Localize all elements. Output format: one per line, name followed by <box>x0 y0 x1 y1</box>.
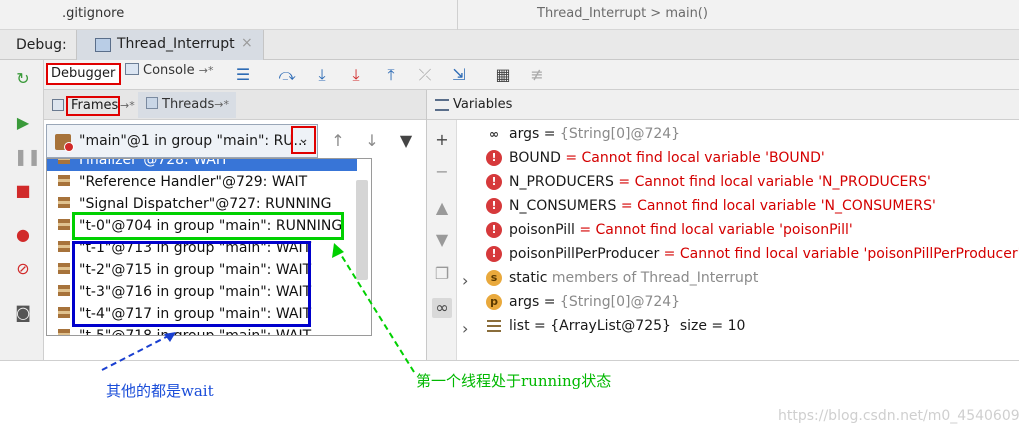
variable-value: Cannot find local variable 'poisonPill' <box>595 222 853 238</box>
variable-row[interactable]: ∞ args = {String[0]@724} <box>486 123 1016 145</box>
variable-row[interactable]: list = {ArrayList@725} size = 10 <box>486 315 1016 337</box>
wait-arrow <box>101 333 173 371</box>
variable-value: {String[0]@724} <box>559 126 681 142</box>
variable-name: list <box>509 318 530 334</box>
watermark: https://blog.csdn.net/m0_45406092 <box>778 408 1019 424</box>
variable-text: poisonPillPerProducer = Cannot find loca… <box>509 243 1019 265</box>
variable-text: args = {String[0]@724} <box>509 291 680 313</box>
variable-value: Cannot find local variable 'poisonPillPe… <box>679 246 1019 262</box>
variable-text: BOUND = Cannot find local variable 'BOUN… <box>509 147 825 169</box>
wait-annotation: 其他的都是wait <box>106 382 214 400</box>
list-field-icon <box>486 318 502 334</box>
variable-name: poisonPillPerProducer <box>509 246 660 262</box>
variable-row[interactable]: ! poisonPillPerProducer = Cannot find loc… <box>486 243 1019 265</box>
variable-value: {ArrayList@725} size = 10 <box>550 318 746 334</box>
error-icon: ! <box>486 222 502 238</box>
variable-text: list = {ArrayList@725} size = 10 <box>509 315 745 337</box>
variable-text: poisonPill = Cannot find local variable … <box>509 219 853 241</box>
variable-value: Cannot find local variable 'BOUND' <box>581 150 825 166</box>
variable-separator: = <box>560 150 582 166</box>
variable-row[interactable]: p args = {String[0]@724} <box>486 291 1016 313</box>
variable-text: args = {String[0]@724} <box>509 123 680 145</box>
error-icon: ! <box>486 174 502 190</box>
variable-separator: = <box>539 294 560 310</box>
variable-name: N_CONSUMERS <box>509 198 617 214</box>
parameter-icon: p <box>486 294 502 310</box>
variable-name: N_PRODUCERS <box>509 174 614 190</box>
static-icon: s <box>486 270 502 286</box>
variable-separator: = <box>529 318 551 334</box>
variable-name: args <box>509 126 540 142</box>
variable-separator: = <box>574 222 596 238</box>
running-arrow <box>337 249 415 373</box>
variable-separator: = <box>539 126 560 142</box>
variable-value: members of Thread_Interrupt <box>551 270 759 286</box>
variable-name: args <box>509 294 540 310</box>
variable-value: {String[0]@724} <box>559 294 681 310</box>
variable-name: poisonPill <box>509 222 575 238</box>
variable-name: BOUND <box>509 150 561 166</box>
variable-separator: = <box>659 246 680 262</box>
variable-text: static members of Thread_Interrupt <box>509 267 758 289</box>
variable-separator: = <box>616 198 638 214</box>
variable-row[interactable]: ! poisonPill = Cannot find local variable… <box>486 219 1016 241</box>
variable-row[interactable]: ! N_PRODUCERS = Cannot find local variabl… <box>486 171 1016 193</box>
variable-name: static <box>509 270 548 286</box>
watch-glasses-icon: ∞ <box>489 127 499 141</box>
running-annotation: 第一个线程处于running状态 <box>416 372 612 390</box>
variable-row[interactable]: ! N_CONSUMERS = Cannot find local variabl… <box>486 195 1016 217</box>
variable-value: Cannot find local variable 'N_PRODUCERS' <box>634 174 931 190</box>
variable-text: N_PRODUCERS = Cannot find local variable… <box>509 171 931 193</box>
variable-row[interactable]: s static members of Thread_Interrupt <box>486 267 1016 289</box>
variable-text: N_CONSUMERS = Cannot find local variable… <box>509 195 936 217</box>
error-icon: ! <box>486 246 502 262</box>
variable-value: Cannot find local variable 'N_CONSUMERS' <box>637 198 936 214</box>
variable-row[interactable]: ! BOUND = Cannot find local variable 'BOU… <box>486 147 1016 169</box>
error-icon: ! <box>486 150 502 166</box>
variable-separator: = <box>613 174 635 190</box>
error-icon: ! <box>486 198 502 214</box>
chevron-right-icon[interactable]: › <box>462 271 468 290</box>
chevron-right-icon[interactable]: › <box>462 319 468 338</box>
running-arrow-head <box>332 243 344 258</box>
